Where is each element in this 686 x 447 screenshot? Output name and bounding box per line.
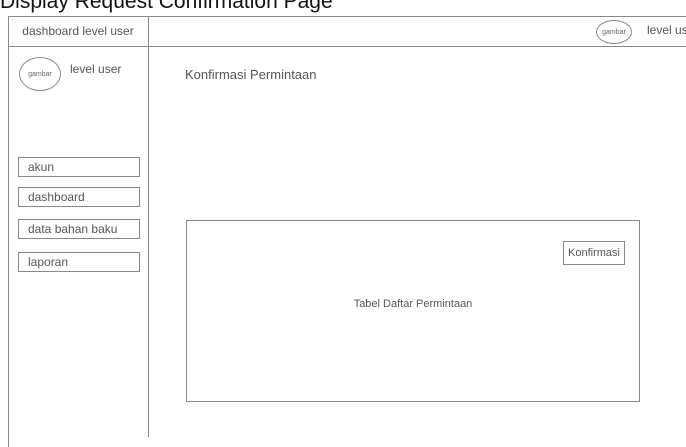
avatar-placeholder-text: gambar	[602, 28, 626, 36]
sidebar-item-akun[interactable]: akun	[18, 157, 140, 177]
avatar-icon[interactable]: gambar	[596, 20, 632, 44]
sidebar-item-laporan[interactable]: laporan	[18, 252, 140, 272]
request-table: Konfirmasi Tabel Daftar Permintaan	[186, 220, 640, 402]
sidebar-user-label: level user	[70, 62, 122, 76]
header-user-label: level us	[647, 23, 686, 37]
page-title: Konfirmasi Permintaan	[185, 67, 317, 82]
sidebar-item-data-bahan-baku[interactable]: data bahan baku	[18, 219, 140, 239]
sidebar-avatar-icon: gambar	[19, 57, 61, 91]
avatar-placeholder-text: gambar	[28, 70, 52, 78]
topbar-divider	[8, 46, 686, 47]
sidebar-item-dashboard[interactable]: dashboard	[18, 187, 140, 207]
table-placeholder-label: Tabel Daftar Permintaan	[353, 298, 473, 310]
app-brand: dashboard level user	[22, 24, 134, 38]
confirm-button[interactable]: Konfirmasi	[563, 241, 625, 265]
sidebar-divider	[148, 16, 149, 437]
page-caption: Display Request Confirmation Page	[0, 0, 333, 13]
